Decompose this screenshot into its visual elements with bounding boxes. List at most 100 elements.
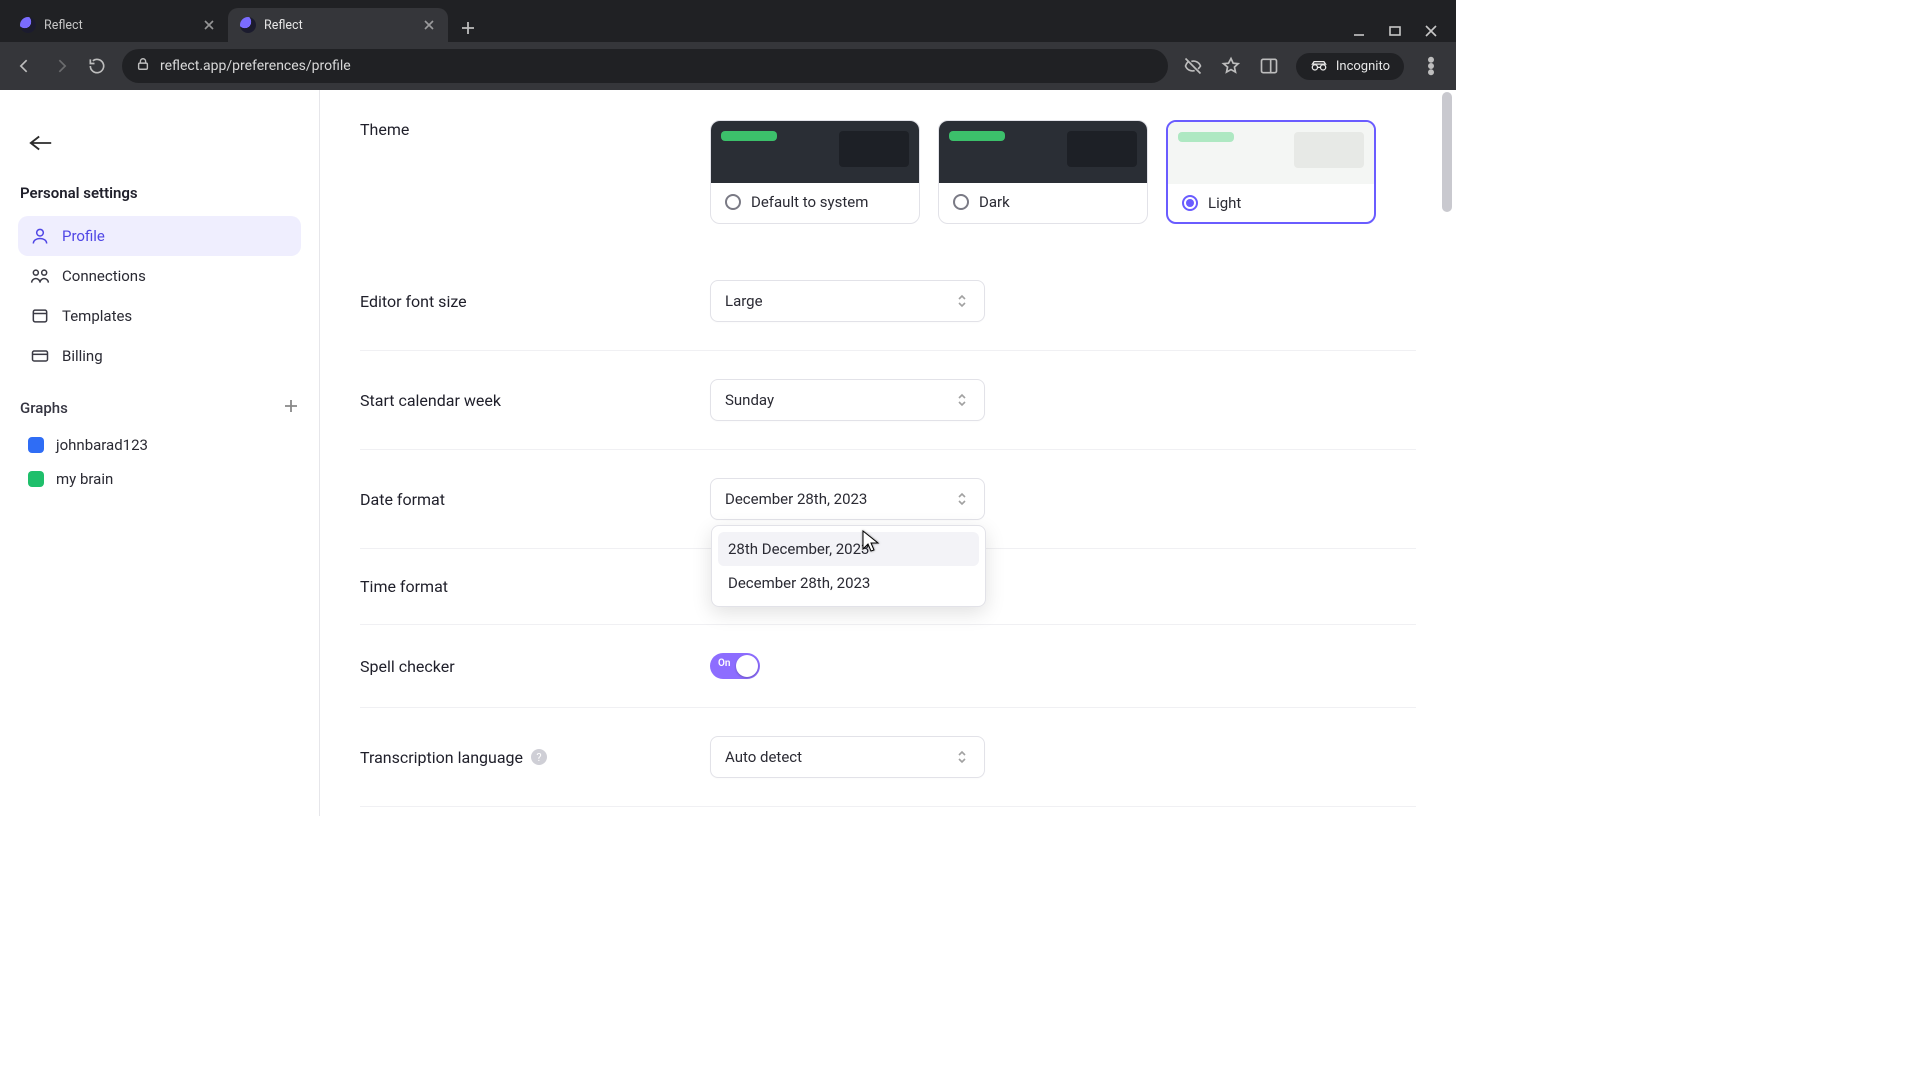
incognito-label: Incognito (1336, 59, 1390, 74)
star-icon[interactable] (1220, 55, 1242, 77)
select-value: December 28th, 2023 (725, 490, 867, 508)
start-week-select[interactable]: Sunday (710, 379, 985, 421)
incognito-icon (1310, 60, 1328, 72)
theme-option-label: Light (1208, 194, 1241, 212)
graph-item[interactable]: my brain (18, 462, 301, 496)
browser-chrome: Reflect Reflect (0, 0, 1456, 90)
chevron-updown-icon (956, 391, 970, 409)
tab-strip: Reflect Reflect (0, 0, 1456, 42)
theme-option-dark[interactable]: Dark (938, 120, 1148, 224)
reload-icon[interactable] (86, 55, 108, 77)
theme-options: Default to system Dark Light (710, 120, 1416, 224)
lock-icon (136, 57, 150, 75)
setting-row-start-week: Start calendar week Sunday (360, 351, 1416, 450)
sidebar-item-profile[interactable]: Profile (18, 216, 301, 256)
setting-row-date-format: Date format December 28th, 2023 28th Dec… (360, 450, 1416, 549)
incognito-indicator[interactable]: Incognito (1296, 53, 1404, 80)
graphs-heading-row: Graphs (20, 398, 299, 418)
sidebar-item-templates[interactable]: Templates (18, 296, 301, 336)
billing-icon (30, 346, 50, 366)
close-window-icon[interactable] (1424, 23, 1438, 42)
help-icon[interactable]: ? (531, 749, 547, 765)
radio-icon (1182, 195, 1198, 211)
close-icon[interactable] (202, 18, 216, 32)
url-text: reflect.app/preferences/profile (160, 58, 351, 74)
maximize-icon[interactable] (1388, 23, 1402, 42)
vertical-scrollbar[interactable] (1440, 92, 1454, 814)
setting-row-transcription-language: Transcription language ? Auto detect (360, 708, 1416, 807)
theme-option-system[interactable]: Default to system (710, 120, 920, 224)
theme-thumbnail (711, 121, 919, 183)
setting-label: Spell checker (360, 657, 710, 676)
templates-icon (30, 306, 50, 326)
theme-option-label: Default to system (751, 193, 868, 211)
setting-row-spell-checker: Spell checker On (360, 625, 1416, 708)
graph-item[interactable]: johnbarad123 (18, 428, 301, 462)
user-icon (30, 226, 50, 246)
scrollbar-thumb[interactable] (1442, 92, 1452, 212)
theme-option-label: Dark (979, 193, 1010, 211)
nav-back-icon[interactable] (14, 55, 36, 77)
graph-label: my brain (56, 470, 113, 488)
reflect-favicon (20, 17, 36, 33)
toggle-knob (736, 655, 758, 677)
toolbar-right: Incognito (1182, 53, 1442, 80)
address-bar[interactable]: reflect.app/preferences/profile (122, 49, 1168, 83)
toggle-state-label: On (718, 658, 730, 669)
reflect-preferences-page: Personal settings Profile Connections Te… (0, 90, 1456, 816)
sidebar-item-label: Profile (62, 227, 105, 245)
tab-title: Reflect (44, 18, 194, 33)
option-label: 28th December, 2023 (728, 540, 869, 558)
setting-label: Theme (360, 120, 710, 139)
theme-option-light[interactable]: Light (1166, 120, 1376, 224)
dropdown-option[interactable]: 28th December, 2023 (718, 532, 979, 566)
chevron-updown-icon (956, 292, 970, 310)
label-text: Transcription language (360, 748, 523, 767)
tab-title: Reflect (264, 18, 414, 33)
spell-checker-toggle[interactable]: On (710, 653, 760, 679)
graph-color-swatch (28, 437, 44, 453)
connections-icon (30, 266, 50, 286)
settings-sidebar: Personal settings Profile Connections Te… (0, 90, 320, 816)
sidebar-item-connections[interactable]: Connections (18, 256, 301, 296)
dropdown-option[interactable]: December 28th, 2023 (718, 566, 979, 600)
eye-off-icon[interactable] (1182, 55, 1204, 77)
select-value: Sunday (725, 391, 774, 409)
kebab-menu-icon[interactable] (1420, 55, 1442, 77)
settings-main: Theme Default to system Dark (320, 90, 1456, 816)
date-format-select[interactable]: December 28th, 2023 28th December, 2023 … (710, 478, 985, 520)
minimize-icon[interactable] (1352, 23, 1366, 42)
graph-label: johnbarad123 (56, 436, 148, 454)
nav-forward-icon[interactable] (50, 55, 72, 77)
select-value: Auto detect (725, 748, 802, 766)
theme-thumbnail (939, 121, 1147, 183)
sidebar-item-label: Connections (62, 267, 146, 285)
select-value: Large (725, 292, 763, 310)
browser-tab-0[interactable]: Reflect (8, 8, 228, 42)
browser-tab-1[interactable]: Reflect (228, 8, 448, 42)
sidebar-heading: Personal settings (20, 184, 301, 202)
radio-icon (725, 194, 741, 210)
transcription-language-select[interactable]: Auto detect (710, 736, 985, 778)
sidebar-item-label: Billing (62, 347, 103, 365)
browser-toolbar: reflect.app/preferences/profile Incognit… (0, 42, 1456, 90)
setting-row-transcription-helper: Transcription helper text ? e.g. 'Vojtec… (360, 807, 1416, 816)
option-label: December 28th, 2023 (728, 574, 870, 592)
window-controls (1352, 23, 1448, 42)
sidebar-item-billing[interactable]: Billing (18, 336, 301, 376)
setting-label: Transcription language ? (360, 748, 710, 767)
new-tab-button[interactable] (454, 14, 482, 42)
font-size-select[interactable]: Large (710, 280, 985, 322)
back-button[interactable] (24, 126, 58, 160)
setting-row-theme: Theme Default to system Dark (360, 90, 1416, 252)
theme-thumbnail (1168, 122, 1374, 184)
reflect-favicon (240, 17, 256, 33)
setting-label: Editor font size (360, 292, 710, 311)
add-graph-button[interactable] (283, 398, 299, 418)
graphs-heading: Graphs (20, 399, 68, 417)
radio-icon (953, 194, 969, 210)
setting-label: Start calendar week (360, 391, 710, 410)
sidebar-item-label: Templates (62, 307, 132, 325)
side-panel-icon[interactable] (1258, 55, 1280, 77)
close-icon[interactable] (422, 18, 436, 32)
